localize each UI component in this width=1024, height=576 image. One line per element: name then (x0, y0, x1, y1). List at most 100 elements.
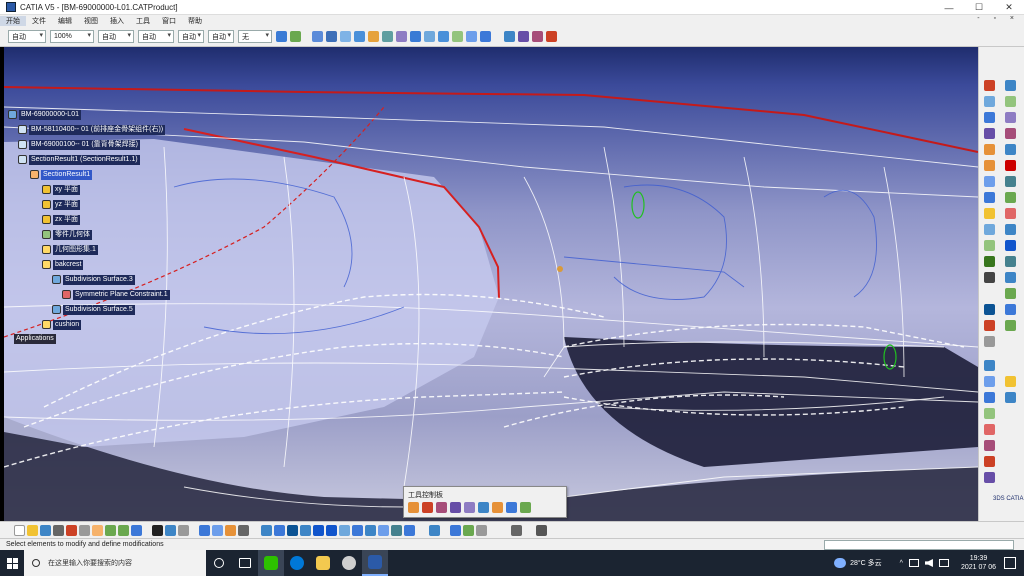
fly-icon[interactable] (261, 524, 272, 536)
rendering-combo[interactable]: 无 (238, 30, 272, 43)
mirror-icon[interactable] (396, 31, 407, 42)
menu-insert[interactable]: 插入 (104, 16, 130, 26)
line-icon[interactable] (984, 336, 995, 347)
merge-icon[interactable] (1005, 224, 1016, 235)
maximize-button[interactable]: ☐ (964, 0, 994, 15)
hexagon-icon[interactable] (984, 160, 995, 171)
bridge-icon[interactable] (1005, 176, 1016, 187)
cut-icon[interactable] (382, 31, 393, 42)
vertex-icon[interactable] (1005, 208, 1016, 219)
normal-view-icon[interactable] (339, 524, 350, 536)
start-button[interactable] (0, 550, 24, 576)
analysis-icon[interactable] (518, 31, 529, 42)
tree-applications[interactable]: Applications (14, 333, 56, 344)
update-icon[interactable] (429, 524, 440, 536)
color-combo[interactable]: 自动 (8, 30, 46, 43)
ruler-icon[interactable] (476, 524, 487, 536)
open-icon[interactable] (27, 524, 38, 536)
extrude-face-icon[interactable] (1005, 144, 1016, 155)
measure-icon[interactable] (1005, 376, 1016, 387)
knife-icon[interactable] (984, 424, 995, 435)
rotate-icon[interactable] (984, 320, 995, 331)
box-icon[interactable] (326, 31, 337, 42)
weld-icon[interactable] (452, 31, 463, 42)
redo-icon[interactable] (118, 524, 129, 536)
sweep-surface-icon[interactable] (984, 408, 995, 419)
command-input[interactable] (824, 540, 1014, 550)
palette-plane-icon[interactable] (450, 502, 461, 513)
cortana-button[interactable] (206, 550, 232, 576)
compass-icon[interactable] (984, 272, 995, 283)
tree-backrest[interactable]: bakcrest (42, 259, 84, 270)
palette-offset-icon[interactable] (492, 502, 503, 513)
mdi-window-controls[interactable]: - ▫ × (977, 15, 1020, 22)
compass-reset-icon[interactable] (463, 524, 474, 536)
zoom-out-icon[interactable] (326, 524, 337, 536)
palette-point-icon[interactable] (408, 502, 419, 513)
tree-section-result-node[interactable]: SectionResult1 (30, 169, 93, 180)
point-type-combo[interactable]: 自动 (178, 30, 204, 43)
new-icon[interactable] (14, 524, 25, 536)
brush-icon[interactable] (290, 31, 301, 42)
tree-yz-plane[interactable]: yz 平面 (42, 199, 80, 210)
loop-icon[interactable] (984, 192, 995, 203)
undo-icon[interactable] (105, 524, 116, 536)
fillet-icon[interactable] (984, 144, 995, 155)
material-icon[interactable] (984, 456, 995, 467)
ime-icon[interactable] (938, 559, 949, 567)
tree-subdivision-1[interactable]: Subdivision Surface.3 (52, 274, 135, 285)
palette-validate-icon[interactable] (520, 502, 531, 513)
hide-show-icon[interactable] (391, 524, 402, 536)
delete-icon[interactable] (1005, 160, 1016, 171)
torus-icon[interactable] (1005, 112, 1016, 123)
menu-edit[interactable]: 编辑 (52, 16, 78, 26)
split-icon[interactable] (984, 176, 995, 187)
menu-view[interactable]: 视图 (78, 16, 104, 26)
tree-part-2[interactable]: BM-69000100-- 01 (靠背骨架焊接) (18, 139, 140, 150)
cone-icon[interactable] (984, 128, 995, 139)
chain-icon[interactable] (984, 376, 995, 387)
layer-combo[interactable]: 自动 (208, 30, 234, 43)
menu-start[interactable]: 开始 (0, 16, 26, 26)
formula-icon[interactable] (152, 524, 163, 536)
query-icon[interactable] (238, 524, 249, 536)
print-icon[interactable] (53, 524, 64, 536)
catia-taskbar-app[interactable] (362, 550, 388, 576)
tree-zx-plane[interactable]: zx 平面 (42, 214, 80, 225)
smooth-icon[interactable] (984, 224, 995, 235)
tree-geo-set[interactable]: 几何图形集.1 (42, 244, 98, 255)
plumb-icon[interactable] (536, 524, 547, 536)
face-icon[interactable] (340, 31, 351, 42)
palette-snap-icon[interactable] (506, 502, 517, 513)
sketch-icon[interactable] (212, 524, 223, 536)
swap-space-icon[interactable] (404, 524, 415, 536)
tree-cushion[interactable]: cushion (42, 319, 82, 330)
transform-icon[interactable] (1005, 240, 1016, 251)
transparency-combo[interactable]: 100% (50, 30, 94, 43)
paste-icon[interactable] (92, 524, 103, 536)
shading-icon[interactable] (378, 524, 389, 536)
taskbar-clock[interactable]: 19:39 2021 07 06 (953, 554, 1004, 572)
line-thickness-combo[interactable]: 自动 (98, 30, 134, 43)
zoom-in-icon[interactable] (313, 524, 324, 536)
grid-icon[interactable] (480, 31, 491, 42)
paint-icon[interactable] (276, 31, 287, 42)
wechat-app[interactable] (258, 550, 284, 576)
swirl-icon[interactable] (984, 256, 995, 267)
tray-chevron-icon[interactable]: ^ (900, 560, 903, 567)
magnet-icon[interactable] (1005, 256, 1016, 267)
dimension-icon[interactable] (178, 524, 189, 536)
axis-icon[interactable] (450, 524, 461, 536)
3d-viewport[interactable]: BM-69000000-L01 BM-58110400-- 01 (前排座金骨架… (4, 47, 978, 521)
settings-app[interactable] (336, 550, 362, 576)
camera-icon[interactable] (511, 524, 522, 536)
weather-text[interactable]: 28°C 多云 (850, 558, 882, 568)
grid-icon[interactable] (199, 524, 210, 536)
palette-project-icon[interactable] (478, 502, 489, 513)
subdivide-icon[interactable] (466, 31, 477, 42)
minimize-button[interactable]: — (934, 0, 964, 15)
menu-file[interactable]: 文件 (26, 16, 52, 26)
circle-icon[interactable] (1005, 392, 1016, 403)
fit-all-icon[interactable] (274, 524, 285, 536)
tree-xy-plane[interactable]: xy 平面 (42, 184, 80, 195)
